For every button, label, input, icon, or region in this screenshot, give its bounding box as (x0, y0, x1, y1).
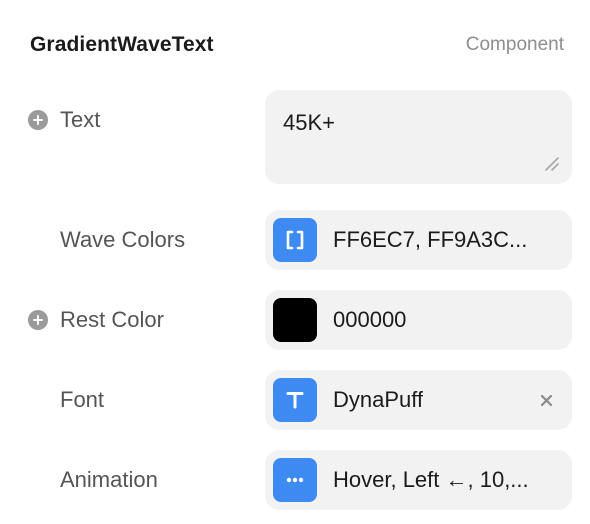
rest-color-row: Rest Color 000000 (0, 290, 590, 350)
font-label: Font (60, 387, 105, 412)
wave-colors-field[interactable]: FF6EC7, FF9A3C... (265, 210, 572, 270)
rest-color-label: Rest Color (60, 307, 164, 332)
animation-row: Animation Hover, Left ←, 10,... (0, 450, 590, 510)
font-field[interactable]: DynaPuff (265, 370, 572, 430)
font-value: DynaPuff (333, 387, 424, 412)
add-rest-color-variable-icon[interactable] (28, 310, 48, 330)
animation-label-group: Animation (28, 450, 158, 510)
rest-color-label-group: Rest Color (28, 290, 164, 350)
array-bracket-icon (273, 218, 317, 262)
add-text-variable-icon[interactable] (28, 110, 48, 130)
font-t-icon (273, 378, 317, 422)
panel-header: GradientWaveText Component (30, 28, 564, 62)
color-swatch[interactable] (273, 298, 317, 342)
animation-value: Hover, Left ←, 10,... (333, 467, 529, 492)
properties-panel: GradientWaveText Component Text 45K+ Wav… (0, 0, 590, 524)
text-input-value: 45K+ (283, 110, 335, 135)
rest-color-value: 000000 (333, 307, 407, 332)
text-label: Text (60, 107, 101, 132)
font-label-group: Font (28, 370, 104, 430)
ellipsis-icon (273, 458, 317, 502)
text-label-group: Text (28, 90, 100, 150)
wave-colors-label: Wave Colors (60, 227, 186, 252)
wave-colors-row: Wave Colors FF6EC7, FF9A3C... (0, 210, 590, 270)
animation-field[interactable]: Hover, Left ←, 10,... (265, 450, 572, 510)
rest-color-field[interactable]: 000000 (265, 290, 572, 350)
component-title: GradientWaveText (30, 33, 214, 56)
component-kind-label: Component (465, 34, 564, 55)
wave-colors-value: FF6EC7, FF9A3C... (333, 227, 528, 252)
text-input[interactable]: 45K+ (265, 90, 572, 184)
animation-label: Animation (60, 467, 158, 492)
clear-font-icon[interactable] (538, 392, 554, 408)
wave-colors-label-group: Wave Colors (28, 210, 185, 270)
font-row: Font DynaPuff (0, 370, 590, 430)
resize-handle-icon[interactable] (543, 155, 559, 171)
